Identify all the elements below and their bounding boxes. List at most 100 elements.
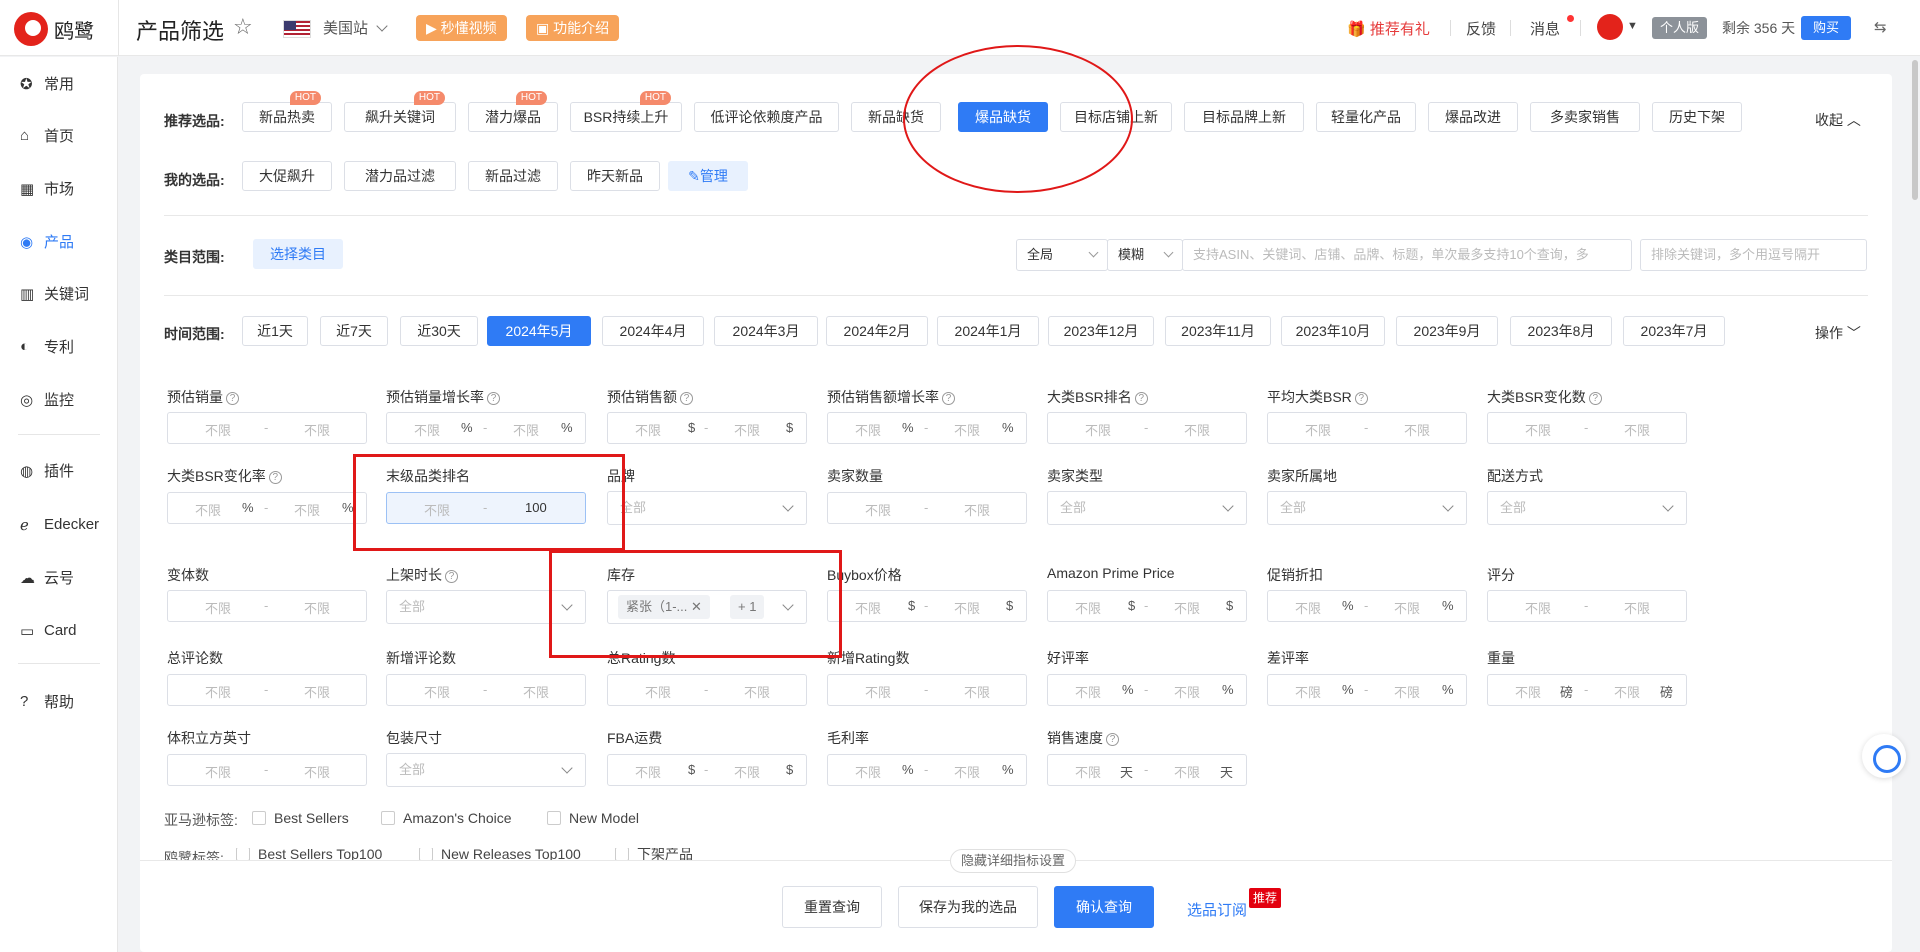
subscribe-link[interactable]: 选品订阅 — [1187, 899, 1247, 920]
intro-button[interactable]: ▣ 功能介绍 — [526, 15, 620, 41]
range-variants[interactable]: 不限 - 不限 — [167, 590, 367, 622]
chip-potential-filter[interactable]: 潜力品过滤 — [344, 161, 456, 191]
chip-multi-seller[interactable]: 多卖家销售 — [1530, 102, 1640, 132]
gift-link[interactable]: 🎁 推荐有礼 — [1347, 18, 1430, 39]
collapse-button[interactable]: 收起 ︿ — [1815, 110, 1861, 130]
feedback-link[interactable]: 反馈 — [1466, 18, 1496, 39]
time-2024-04[interactable]: 2024年4月 — [602, 316, 704, 346]
buy-button[interactable]: 购买 — [1801, 16, 1851, 40]
reset-button[interactable]: 重置查询 — [782, 886, 882, 928]
select-seller-type[interactable]: 全部 — [1047, 491, 1247, 525]
chip-rising-keywords[interactable]: 飙升关键词 HOT — [344, 91, 456, 132]
range-bsr-change-rate[interactable]: 不限% - 不限% — [167, 492, 367, 524]
range-rating[interactable]: 不限 - 不限 — [1487, 590, 1687, 622]
sidebar-item-cloud[interactable]: ☁ 云号 — [20, 565, 74, 589]
checkbox-new-model[interactable]: New Model — [547, 810, 639, 826]
video-button[interactable]: ▶ 秒懂视频 — [416, 15, 507, 41]
manage-button[interactable]: ✎管理 — [668, 161, 748, 191]
switch-icon[interactable]: ⇆ — [1874, 18, 1887, 36]
chip-potential[interactable]: 潜力爆品 HOT — [468, 91, 558, 132]
range-revenue-growth[interactable]: 不限% - 不限% — [827, 412, 1027, 444]
range-fba-fee[interactable]: 不限 $ - 不限 $ — [607, 754, 807, 786]
time-30d[interactable]: 近30天 — [400, 316, 478, 346]
select-category-button[interactable]: 选择类目 — [253, 239, 343, 269]
search-input[interactable]: 支持ASIN、关键词、店铺、品牌、标题，单次最多支持10个查询，多 — [1182, 239, 1632, 271]
range-sales-growth[interactable]: 不限% - 不限% — [386, 412, 586, 444]
range-total-reviews[interactable]: 不限 - 不限 — [167, 674, 367, 706]
chip-brand-new[interactable]: 目标品牌上新 — [1184, 102, 1304, 132]
sidebar-item-home[interactable]: ⌂ 首页 — [20, 123, 74, 147]
select-package-size[interactable]: 全部 — [386, 753, 586, 787]
range-new-reviews[interactable]: 不限 - 不限 — [386, 674, 586, 706]
sidebar-item-keyword[interactable]: ▥ 关键词 — [20, 281, 89, 305]
message-link[interactable]: 消息 — [1530, 18, 1560, 39]
confirm-button[interactable]: 确认查询 — [1054, 886, 1154, 928]
range-new-rating-count[interactable]: 不限 - 不限 — [827, 674, 1027, 706]
favorite-star-icon[interactable]: ☆ — [233, 14, 253, 40]
checkbox-best-sellers[interactable]: Best Sellers — [252, 810, 349, 826]
sidebar-item-common[interactable]: ✪ 常用 — [20, 71, 74, 95]
select-fulfillment[interactable]: 全部 — [1487, 491, 1687, 525]
chip-low-review[interactable]: 低评论依赖度产品 — [694, 102, 839, 132]
scope-select[interactable]: 全局 — [1016, 239, 1108, 271]
range-avg-bsr[interactable]: 不限 - 不限 — [1267, 412, 1467, 444]
sidebar-item-card[interactable]: ▭ Card — [20, 618, 77, 642]
range-sales-speed[interactable]: 不限天 - 不限天 — [1047, 754, 1247, 786]
save-mine-button[interactable]: 保存为我的选品 — [898, 886, 1038, 928]
checkbox-amazons-choice[interactable]: Amazon's Choice — [381, 810, 512, 826]
match-select[interactable]: 模糊 — [1107, 239, 1183, 271]
range-bsr-rank[interactable]: 不限 - 不限 — [1047, 412, 1247, 444]
time-2024-01[interactable]: 2024年1月 — [937, 316, 1039, 346]
site-selector[interactable]: 美国站 — [323, 17, 388, 38]
sidebar-item-product[interactable]: ◉ 产品 — [20, 229, 74, 253]
range-discount[interactable]: 不限% - 不限% — [1267, 590, 1467, 622]
range-seller-count[interactable]: 不限 - 不限 — [827, 492, 1027, 524]
checkbox-nr-top100[interactable]: New Releases Top100 — [419, 848, 581, 860]
range-positive-rate[interactable]: 不限% - 不限% — [1047, 674, 1247, 706]
range-est-revenue[interactable]: 不限 $ - 不限 $ — [607, 412, 807, 444]
time-1d[interactable]: 近1天 — [242, 316, 308, 346]
range-total-rating-count[interactable]: 不限 - 不限 — [607, 674, 807, 706]
time-7d[interactable]: 近7天 — [320, 316, 388, 346]
hide-detail-toggle[interactable]: 隐藏详细指标设置 — [950, 849, 1077, 873]
caret-down-icon[interactable]: ▼ — [1627, 20, 1638, 32]
range-volume[interactable]: 不限 - 不限 — [167, 754, 367, 786]
chip-promo-rise[interactable]: 大促飙升 — [242, 161, 332, 191]
time-2023-11[interactable]: 2023年11月 — [1165, 316, 1271, 346]
time-2023-08[interactable]: 2023年8月 — [1510, 316, 1612, 346]
chip-bsr-rising[interactable]: BSR持续上升 HOT — [570, 91, 682, 132]
time-2024-05[interactable]: 2024年5月 — [487, 316, 591, 346]
chip-new-hot[interactable]: 新品热卖 HOT — [242, 91, 332, 132]
chip-delisted[interactable]: 历史下架 — [1652, 102, 1742, 132]
app-logo[interactable]: 鸥鹭 — [14, 12, 94, 46]
time-2023-10[interactable]: 2023年10月 — [1281, 316, 1385, 346]
sidebar-item-monitor[interactable]: ◎ 监控 — [20, 387, 74, 411]
chip-lightweight[interactable]: 轻量化产品 — [1316, 102, 1416, 132]
time-2023-12[interactable]: 2023年12月 — [1048, 316, 1154, 346]
checkbox-delisted[interactable]: 下架产品 — [615, 848, 693, 860]
operate-button[interactable]: 操作 ﹀ — [1815, 323, 1861, 343]
range-prime-price[interactable]: 不限 $ - 不限 $ — [1047, 590, 1247, 622]
chip-yesterday-new[interactable]: 昨天新品 — [570, 161, 660, 191]
range-margin[interactable]: 不限% - 不限% — [827, 754, 1027, 786]
time-2024-03[interactable]: 2024年3月 — [714, 316, 818, 346]
select-brand[interactable]: 全部 — [607, 491, 807, 525]
sidebar-item-market[interactable]: ▦ 市场 — [20, 176, 74, 200]
range-negative-rate[interactable]: 不限% - 不限% — [1267, 674, 1467, 706]
checkbox-bs-top100[interactable]: Best Sellers Top100 — [236, 848, 382, 860]
time-2023-09[interactable]: 2023年9月 — [1396, 316, 1498, 346]
scrollbar[interactable] — [1912, 60, 1918, 200]
select-seller-location[interactable]: 全部 — [1267, 491, 1467, 525]
customer-service-icon[interactable] — [1862, 734, 1906, 778]
chip-improve[interactable]: 爆品改进 — [1428, 102, 1518, 132]
range-bsr-change[interactable]: 不限 - 不限 — [1487, 412, 1687, 444]
time-2023-07[interactable]: 2023年7月 — [1623, 316, 1725, 346]
range-est-sales[interactable]: 不限 - 不限 — [167, 412, 367, 444]
range-weight[interactable]: 不限磅 - 不限磅 — [1487, 674, 1687, 706]
exclude-input[interactable]: 排除关键词，多个用逗号隔开 — [1640, 239, 1867, 271]
sidebar-item-plugin[interactable]: ◍ 插件 — [20, 458, 74, 482]
avatar[interactable] — [1597, 14, 1623, 40]
sidebar-item-edecker[interactable]: ℯ Edecker — [20, 512, 99, 536]
chip-new-filter[interactable]: 新品过滤 — [468, 161, 558, 191]
range-buybox[interactable]: 不限 $ - 不限 $ — [827, 590, 1027, 622]
